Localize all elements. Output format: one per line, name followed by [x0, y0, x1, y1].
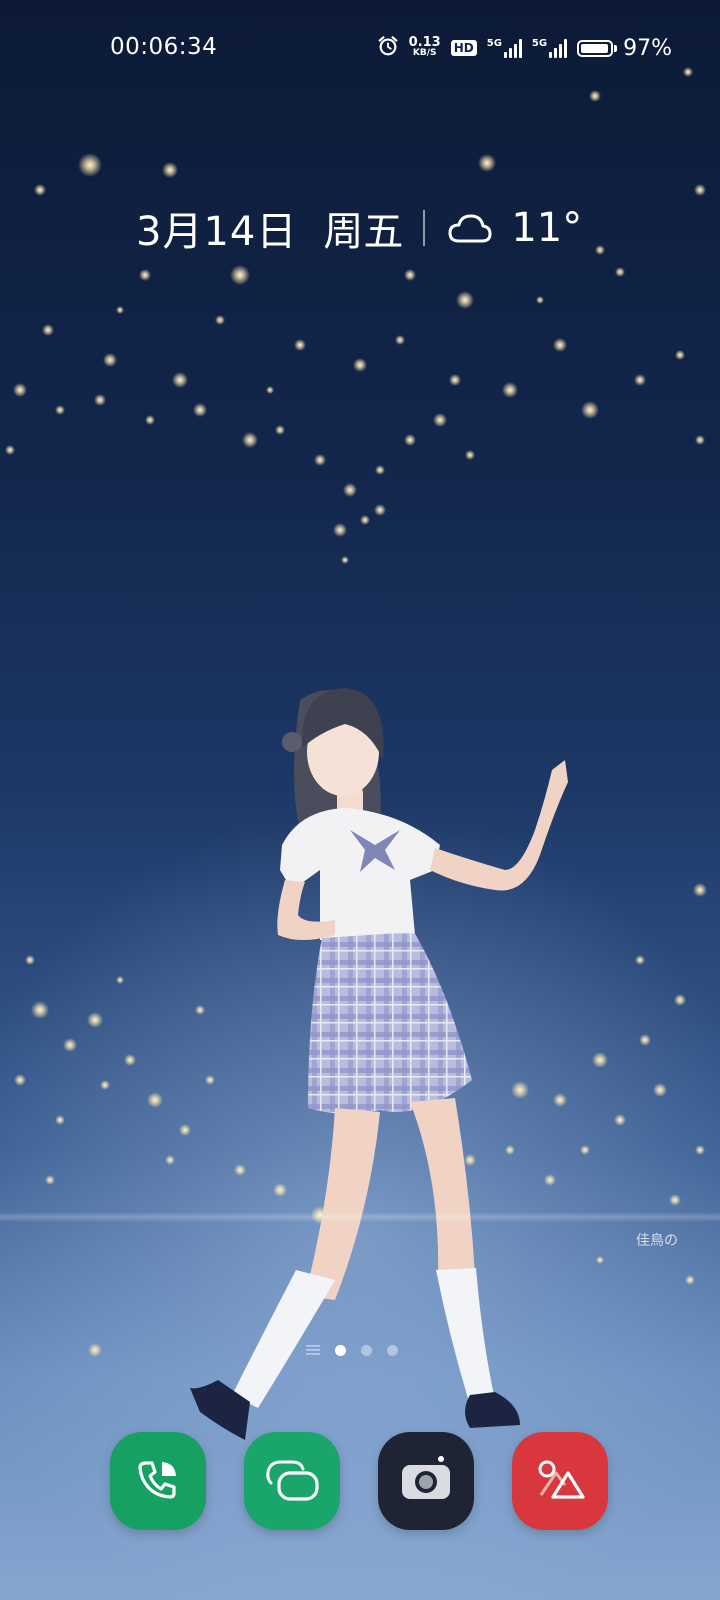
gallery-shapes-icon [529, 1451, 591, 1511]
page-dot-3[interactable] [387, 1344, 398, 1356]
page-dot-2[interactable] [361, 1344, 372, 1356]
wallpaper-signature: 佳鳥の [636, 1233, 678, 1249]
battery-indicator: 97% [577, 36, 672, 61]
widget-divider [423, 210, 426, 246]
camera-app[interactable] [378, 1432, 474, 1530]
network-speed-value: 0.13 [408, 35, 441, 50]
status-clock: 00:06:34 [110, 34, 218, 60]
phone-app[interactable] [110, 1432, 206, 1530]
network-speed: 0.13 KB/S [408, 35, 441, 59]
messages-app[interactable] [244, 1432, 340, 1530]
battery-icon [577, 39, 614, 57]
battery-percent: 97% [623, 35, 672, 61]
widget-temperature[interactable]: 11° [511, 205, 582, 251]
alarm-clock-icon [377, 35, 399, 61]
battery-level-fill [581, 43, 609, 53]
signal-bars-icon [549, 38, 568, 58]
hd-voice-badge: HD [450, 40, 477, 56]
status-icons: 0.13 KB/S HD 5G 5G 97% [377, 32, 672, 64]
signal-bars-icon [503, 38, 522, 58]
date-weather-widget[interactable]: 3月14日 周五 11° [136, 200, 582, 256]
app-dock [0, 1432, 720, 1532]
page-dot-1[interactable] [335, 1344, 346, 1356]
cloud-icon[interactable] [447, 211, 493, 245]
status-bar[interactable]: 00:06:34 0.13 KB/S HD 5G 5G 97% [0, 0, 720, 96]
sim2-network-type: 5G [531, 38, 548, 49]
battery-cap [614, 44, 618, 52]
network-speed-unit: KB/S [412, 48, 437, 58]
phone-icon [130, 1451, 186, 1511]
list-icon[interactable] [306, 1341, 320, 1360]
wallpaper-horizon-glow [0, 1212, 720, 1222]
widget-date[interactable]: 3月14日 [136, 199, 297, 257]
camera-icon [396, 1451, 456, 1511]
page-indicator[interactable] [306, 1340, 398, 1360]
sim1-network-type: 5G [486, 38, 502, 49]
home-screen: 00:06:34 0.13 KB/S HD 5G 5G 97% 3月14日 周五… [0, 0, 720, 1600]
sparkles-top [5, 67, 706, 564]
sim1-signal: 5G [487, 38, 522, 58]
sim2-signal: 5G [531, 38, 568, 58]
gallery-app[interactable] [512, 1432, 608, 1530]
message-bubble-icon [261, 1451, 323, 1511]
widget-weekday[interactable]: 周五 [323, 199, 403, 257]
